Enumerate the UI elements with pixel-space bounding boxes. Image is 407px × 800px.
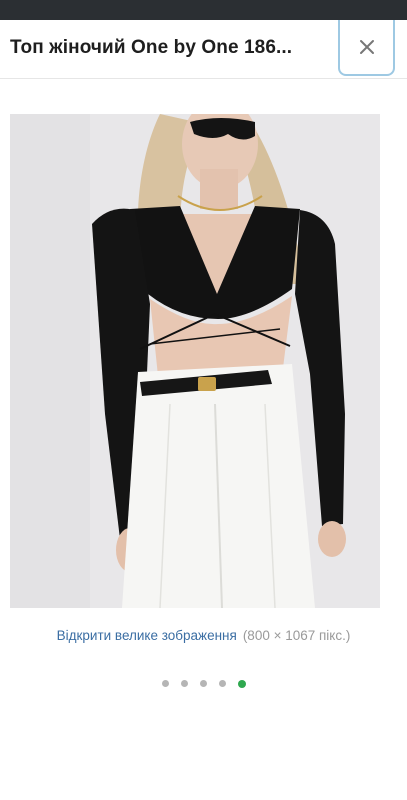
carousel-dot[interactable] bbox=[180, 680, 188, 687]
viewer-header: Топ жіночий One by One 186... bbox=[0, 20, 407, 79]
image-viewer-page: Топ жіночий One by One 186... Відкрити в… bbox=[0, 0, 407, 800]
product-photo[interactable] bbox=[10, 114, 380, 608]
carousel-dot[interactable] bbox=[218, 680, 226, 687]
close-icon bbox=[359, 39, 375, 55]
image-caption: Відкрити велике зображення (800 × 1067 пі… bbox=[0, 628, 407, 643]
carousel-dot[interactable] bbox=[237, 679, 246, 688]
page-title: Топ жіночий One by One 186... bbox=[10, 37, 293, 58]
carousel-dots bbox=[0, 679, 407, 688]
carousel-dot[interactable] bbox=[199, 680, 207, 687]
image-dimensions: (800 × 1067 пікс.) bbox=[242, 628, 351, 643]
carousel-dot[interactable] bbox=[161, 680, 169, 687]
status-bar bbox=[0, 0, 407, 20]
product-photo-illustration bbox=[10, 114, 380, 608]
close-button[interactable] bbox=[338, 20, 395, 76]
open-large-image-link[interactable]: Відкрити велике зображення bbox=[57, 628, 237, 643]
